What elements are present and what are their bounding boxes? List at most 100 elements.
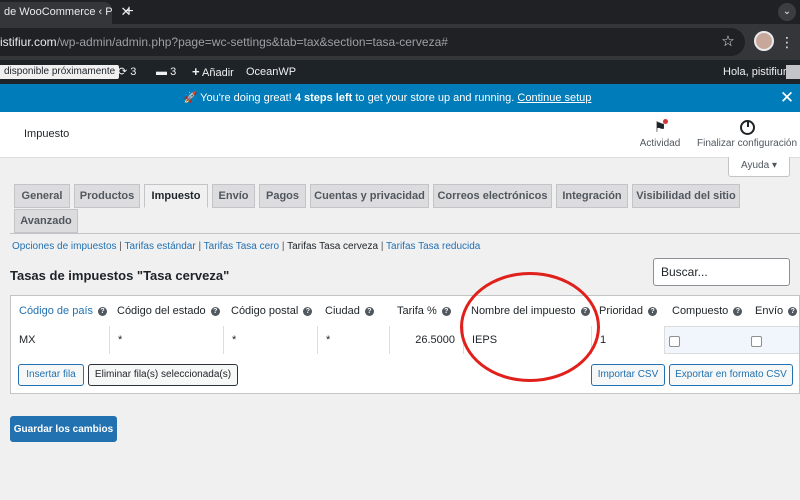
bookmark-star-icon[interactable]: ☆ [720, 33, 736, 51]
subsection-zero-rates[interactable]: Tarifas Tasa cero [204, 241, 279, 252]
help-icon: ? [580, 306, 590, 316]
separator: | [119, 241, 122, 252]
remove-rows-button[interactable]: Eliminar fila(s) seleccionada(s) [88, 364, 238, 386]
wc-header: Impuesto ⚑ Actividad Finalizar configura… [0, 112, 800, 158]
progress-circle-icon [739, 120, 755, 135]
activity-button[interactable]: ⚑ Actividad [638, 118, 682, 149]
address-text: istifiur.com/wp-admin/admin.php?page=wc-… [0, 28, 448, 56]
header-compound: Compuesto ? [672, 296, 743, 326]
header-label: Prioridad [599, 305, 644, 317]
url-host: istifiur.com [0, 35, 57, 49]
updates-item[interactable]: ⟳ 3 [118, 60, 136, 84]
browser-toolbar: istifiur.com/wp-admin/admin.php?page=wc-… [0, 24, 800, 60]
updates-count: 3 [130, 66, 137, 78]
header-city: Ciudad ? [325, 296, 374, 326]
header-label: Nombre del impuesto [471, 305, 576, 317]
shipping-checkbox[interactable] [751, 336, 762, 347]
tax-rates-table: Código de país ? Código del estado ? Cód… [10, 295, 800, 394]
tab-advanced[interactable]: Avanzado [14, 209, 78, 233]
header-state-code: Código del estado ? [117, 296, 220, 326]
header-label: Compuesto [672, 305, 729, 317]
tabs-divider [10, 233, 800, 234]
save-changes-button[interactable]: Guardar los cambios [10, 416, 117, 442]
theme-item[interactable]: OceanWP [246, 60, 296, 84]
separator: | [380, 241, 384, 252]
subsection-standard-rates[interactable]: Tarifas estándar [125, 241, 196, 252]
close-icon[interactable]: ✕ [778, 89, 796, 107]
notification-dot [663, 119, 668, 124]
header-label: Tarifa % [397, 305, 437, 317]
coming-soon-badge[interactable]: disponible próximamente [0, 65, 120, 79]
export-csv-button[interactable]: Exportar en formato CSV [669, 364, 793, 386]
plus-icon: + [192, 64, 200, 79]
help-icon: ? [98, 306, 108, 316]
subsection-reduced-rates[interactable]: Tarifas Tasa reducida [386, 241, 480, 252]
rate-cell[interactable]: 26.5000 [390, 326, 464, 354]
url-path: /wp-admin/admin.php?page=wc-settings&tab… [56, 35, 448, 49]
header-label: Ciudad [325, 305, 360, 317]
subsection-beer-rates[interactable]: Tarifas Tasa cerveza [287, 241, 378, 252]
separator: | [198, 241, 202, 252]
comment-icon: ▬ [156, 66, 167, 78]
finish-setup-button[interactable]: Finalizar configuración [697, 118, 797, 149]
tab-products[interactable]: Productos [74, 184, 140, 208]
tax-name-cell[interactable]: IEPS [464, 326, 592, 354]
activity-label: Actividad [639, 138, 681, 149]
header-shipping: Envío ? [755, 296, 798, 326]
help-icon: ? [648, 306, 658, 316]
help-icon: ? [210, 306, 220, 316]
postcode-cell[interactable]: * [224, 326, 318, 354]
tab-general[interactable]: General [14, 184, 70, 208]
tab-shipping[interactable]: Envío [212, 184, 255, 208]
help-button[interactable]: Ayuda ▾ [728, 157, 790, 177]
finish-label: Finalizar configuración [697, 138, 798, 149]
notice-message: 🚀 You're doing great! 4 steps left to ge… [0, 84, 775, 112]
header-rate: Tarifa % ? [397, 296, 451, 326]
browser-tab-title: de WooCommerce ‹ P [4, 6, 112, 18]
state-cell[interactable]: * [110, 326, 224, 354]
header-label: Código postal [231, 305, 299, 317]
header-label: Código de país [19, 305, 93, 317]
new-tab-plus-icon[interactable]: + [121, 3, 137, 21]
rocket-icon: 🚀 [183, 92, 198, 104]
header-tax-name: Nombre del impuesto ? [471, 296, 590, 326]
tab-payments[interactable]: Pagos [259, 184, 306, 208]
page-title: Impuesto [24, 128, 70, 140]
browser-menu-icon[interactable]: ⋮ [780, 33, 794, 51]
import-csv-button[interactable]: Importar CSV [591, 364, 665, 386]
tax-subsections: Opciones de impuestos | Tarifas estándar… [12, 241, 480, 252]
user-avatar[interactable] [786, 65, 800, 79]
profile-avatar-icon[interactable] [754, 31, 774, 51]
help-icon: ? [441, 306, 451, 316]
tab-site-visibility[interactable]: Visibilidad del sitio [632, 184, 740, 208]
city-cell[interactable]: * [318, 326, 390, 354]
tab-tax[interactable]: Impuesto [144, 184, 208, 208]
new-content-item[interactable]: + Añadir [192, 60, 234, 84]
search-input[interactable] [653, 258, 790, 286]
tab-emails[interactable]: Correos electrónicos [433, 184, 552, 208]
user-greeting[interactable]: Hola, pistifiur [723, 60, 787, 84]
tab-integration[interactable]: Integración [556, 184, 628, 208]
insert-row-button[interactable]: Insertar fila [18, 364, 84, 386]
tab-search-chevron-icon[interactable]: ⌄ [778, 3, 796, 21]
continue-setup-link[interactable]: Continue setup [517, 92, 591, 104]
tab-accounts-privacy[interactable]: Cuentas y privacidad [310, 184, 429, 208]
header-label: Envío [755, 305, 784, 317]
browser-tab-bar: de WooCommerce ‹ P ✕ + ⌄ [0, 0, 800, 24]
country-cell[interactable]: MX [11, 326, 110, 354]
flag-icon: ⚑ [653, 119, 668, 135]
help-icon: ? [303, 306, 313, 316]
priority-cell[interactable]: 1 [592, 326, 665, 354]
add-new-label: Añadir [202, 67, 234, 79]
comments-item[interactable]: ▬ 3 [156, 60, 176, 84]
subsection-tax-options[interactable]: Opciones de impuestos [12, 241, 117, 252]
help-icon: ? [788, 306, 798, 316]
header-country-code[interactable]: Código de país ? [19, 296, 108, 326]
separator: | [281, 241, 285, 252]
help-icon: ? [364, 306, 374, 316]
address-bar[interactable]: istifiur.com/wp-admin/admin.php?page=wc-… [0, 28, 745, 56]
compound-checkbox[interactable] [669, 336, 680, 347]
comments-count: 3 [170, 66, 177, 78]
browser-tab[interactable]: de WooCommerce ‹ P [0, 2, 112, 24]
section-title: Tasas de impuestos "Tasa cerveza" [10, 268, 230, 283]
